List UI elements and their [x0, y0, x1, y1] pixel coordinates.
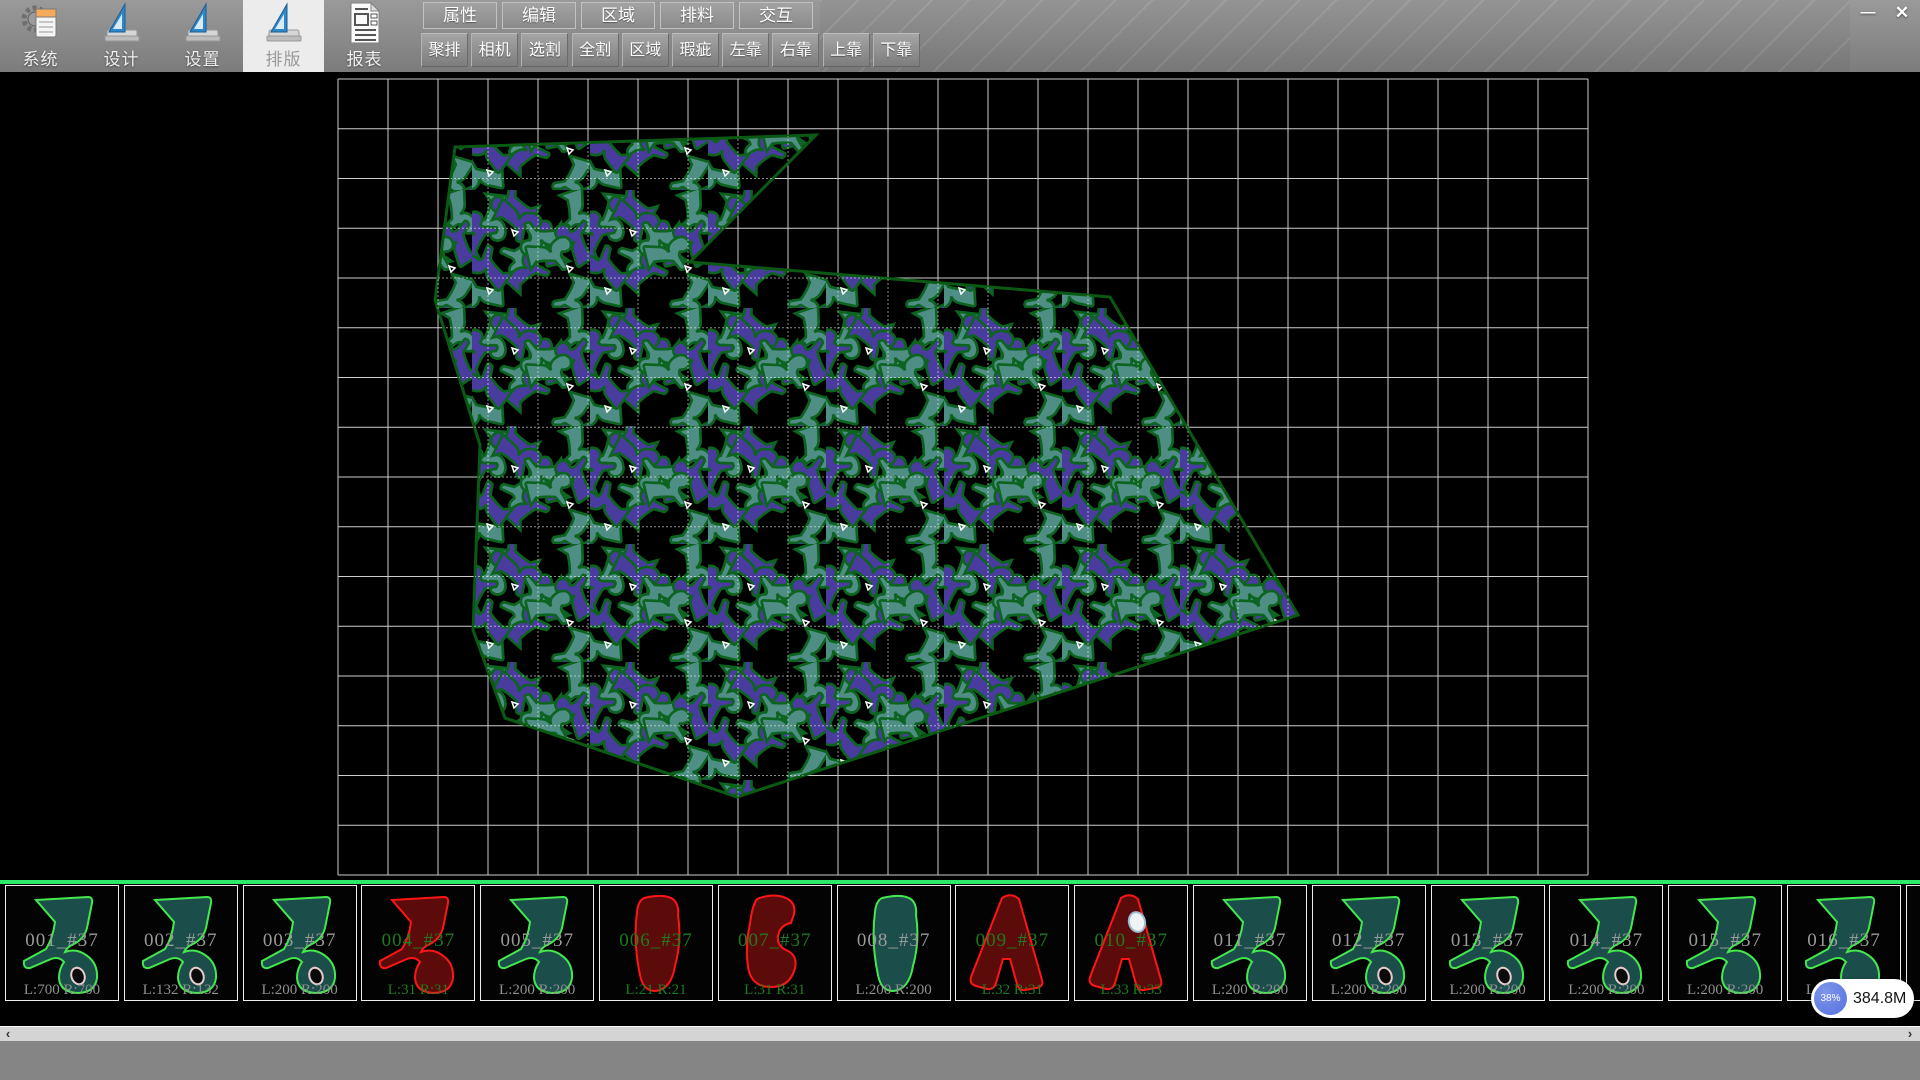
piece-name: 014_#37: [1550, 930, 1662, 952]
progress-circle: 38%: [1814, 982, 1847, 1015]
nav-button-system[interactable]: 系统: [0, 0, 81, 72]
nav-button-label: 报表: [347, 45, 383, 70]
piece-name: 007_#37: [719, 930, 831, 952]
piece-lr-count: L:33 R:33: [1075, 982, 1187, 999]
scroll-left-arrow-icon[interactable]: ‹: [0, 1027, 16, 1042]
menu-item-3[interactable]: 排料: [660, 2, 734, 29]
piece-lr-count: L:32 R:31: [956, 982, 1068, 999]
settings-ruler-icon: [183, 1, 223, 45]
piece-name: 011_#37: [1194, 930, 1306, 952]
piece-lr-count: L:21 R:21: [600, 982, 712, 999]
menu-item-2[interactable]: 区域: [581, 2, 655, 29]
piece-lr-count: L:200 R:200: [1669, 982, 1781, 999]
piece-lr-count: L:132 R:132: [125, 982, 237, 999]
piece-name: 0: [1907, 930, 1920, 952]
piece-name: 012_#37: [1313, 930, 1425, 952]
nav-button-label: 设置: [185, 45, 221, 70]
piece-lr-count: L:700 R:700: [6, 982, 118, 999]
tool-button-5[interactable]: 瑕疵: [672, 33, 719, 67]
piece-cell-007[interactable]: 007_#37 L:31 R:31: [718, 885, 832, 1001]
piece-cell-005[interactable]: 005_#37 L:200 R:200: [480, 885, 594, 1001]
piece-lr-count: L:200 R:200: [838, 982, 950, 999]
design-ruler-icon: [102, 1, 142, 45]
tool-button-9[interactable]: 下靠: [873, 33, 920, 67]
piece-name: 005_#37: [481, 930, 593, 952]
piece-name: 013_#37: [1432, 930, 1544, 952]
tool-button-1[interactable]: 相机: [471, 33, 518, 67]
piece-lr-count: L:200 R:200: [1194, 982, 1306, 999]
nav-button-report[interactable]: 报表: [324, 0, 405, 72]
piece-lr-count: L:31 R:31: [719, 982, 831, 999]
memory-value: 384.8M: [1853, 979, 1906, 1018]
piece-cell-003[interactable]: 003_#37 L:200 R:200: [243, 885, 357, 1001]
piece-name: 010_#37: [1075, 930, 1187, 952]
piece-lr-count: L:31 R:31: [362, 982, 474, 999]
horizontal-scrollbar[interactable]: ‹ ›: [0, 1026, 1920, 1041]
nav-button-label: 系统: [23, 45, 59, 70]
nav-button-label: 排版: [266, 45, 302, 70]
scroll-right-arrow-icon[interactable]: ›: [1902, 1027, 1918, 1042]
piece-cell-006[interactable]: 006_#37 L:21 R:21: [599, 885, 713, 1001]
piece-cell-014[interactable]: 014_#37 L:200 R:200: [1549, 885, 1663, 1001]
toolbar: 系统设计设置排版报表 属性编辑区域排料交互 聚排相机选割全割区域瑕疵左靠右靠上靠…: [0, 0, 1920, 72]
close-button[interactable]: ✕: [1886, 2, 1918, 25]
nesting-ruler-icon: [264, 1, 304, 45]
piece-name: 004_#37: [362, 930, 474, 952]
leather-hide[interactable]: [435, 135, 1298, 797]
status-badge: 38% 384.8M: [1811, 979, 1914, 1018]
piece-cell-010[interactable]: 010_#37 L:33 R:33: [1074, 885, 1188, 1001]
tool-button-3[interactable]: 全割: [572, 33, 619, 67]
piece-name: 006_#37: [600, 930, 712, 952]
nav-button-design[interactable]: 设计: [81, 0, 162, 72]
tool-button-2[interactable]: 选割: [521, 33, 568, 67]
tool-button-0[interactable]: 聚排: [421, 33, 468, 67]
piece-lr-count: L:200 R:200: [1550, 982, 1662, 999]
piece-name: 002_#37: [125, 930, 237, 952]
system-gear-icon: [21, 1, 61, 45]
tool-button-8[interactable]: 上靠: [823, 33, 870, 67]
piece-lr-count: L:200 R:200: [244, 982, 356, 999]
piece-lr-count: L:200 R:200: [1432, 982, 1544, 999]
piece-lr-count: L:200 R:200: [1313, 982, 1425, 999]
piece-name: 009_#37: [956, 930, 1068, 952]
minimize-button[interactable]: —: [1852, 2, 1884, 25]
nav-button-label: 设计: [104, 45, 140, 70]
piece-cell-011[interactable]: 011_#37 L:200 R:200: [1193, 885, 1307, 1001]
menu-item-4[interactable]: 交互: [739, 2, 813, 29]
piece-name: 015_#37: [1669, 930, 1781, 952]
piece-cell-015[interactable]: 015_#37 L:200 R:200: [1668, 885, 1782, 1001]
tool-button-7[interactable]: 右靠: [772, 33, 819, 67]
menu-item-0[interactable]: 属性: [423, 2, 497, 29]
menu-item-1[interactable]: 编辑: [502, 2, 576, 29]
piece-name: 003_#37: [244, 930, 356, 952]
piece-cell-009[interactable]: 009_#37 L:32 R:31: [955, 885, 1069, 1001]
bottom-band: [0, 1041, 1920, 1080]
piece-cell-008[interactable]: 008_#37 L:200 R:200: [837, 885, 951, 1001]
piece-cell-001[interactable]: 001_#37 L:700 R:700: [5, 885, 119, 1001]
piece-cell-002[interactable]: 002_#37 L:132 R:132: [124, 885, 238, 1001]
piece-cell-013[interactable]: 013_#37 L:200 R:200: [1431, 885, 1545, 1001]
tool-button-4[interactable]: 区域: [622, 33, 669, 67]
piece-cell-012[interactable]: 012_#37 L:200 R:200: [1312, 885, 1426, 1001]
report-doc-icon: [345, 1, 385, 45]
piece-name: 016_#37: [1788, 930, 1900, 952]
nav-button-nest[interactable]: 排版: [243, 0, 324, 72]
nav-button-setup[interactable]: 设置: [162, 0, 243, 72]
piece-lr-count: L:200 R:200: [481, 982, 593, 999]
piece-strip: 001_#37 L:700 R:700 002_#37 L:132 R:132 003_…: [0, 885, 1920, 1001]
tool-button-6[interactable]: 左靠: [722, 33, 769, 67]
strip-divider-line: [0, 880, 1920, 884]
piece-name: 008_#37: [838, 930, 950, 952]
piece-cell-004[interactable]: 004_#37 L:31 R:31: [361, 885, 475, 1001]
piece-name: 001_#37: [6, 930, 118, 952]
toolbar-texture: [820, 0, 1850, 72]
